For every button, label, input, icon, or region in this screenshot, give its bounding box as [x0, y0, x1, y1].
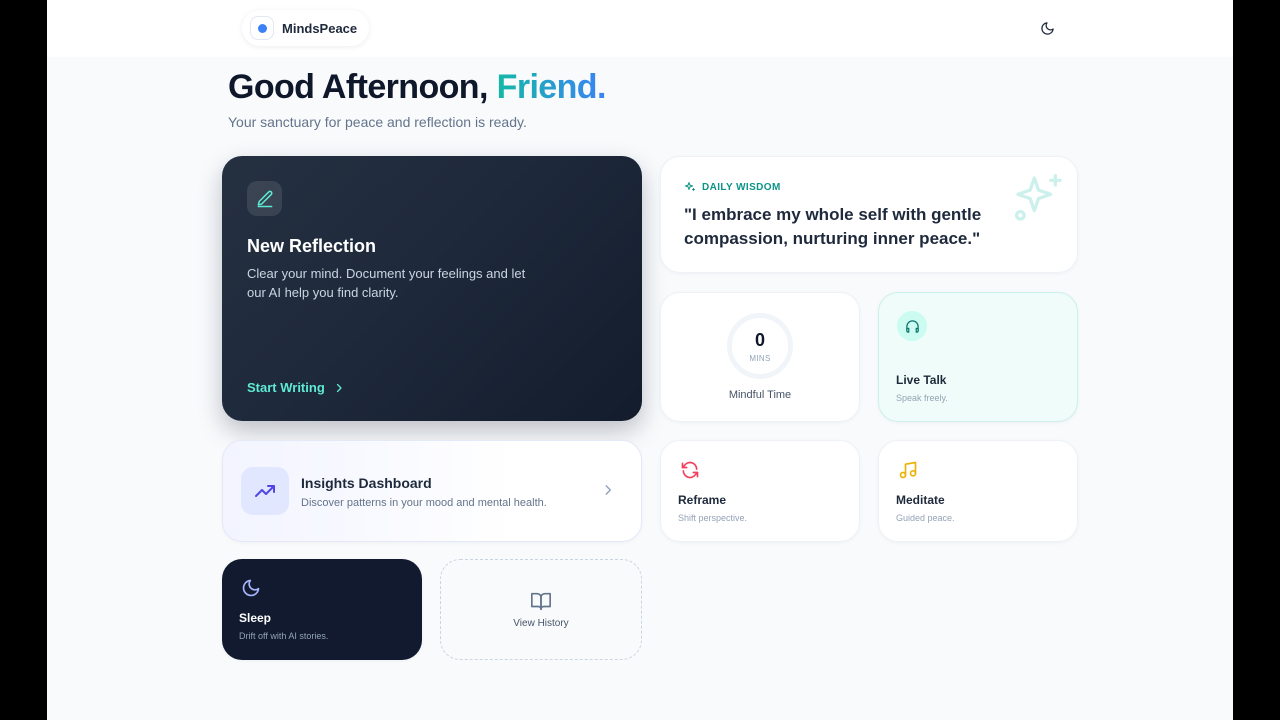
- insights-icon-box: [241, 467, 289, 515]
- book-open-icon: [531, 592, 551, 611]
- mindful-minutes-unit: MINS: [749, 354, 771, 363]
- app-name: MindsPeace: [282, 20, 358, 36]
- mindful-time-card: 0 MINS Mindful Time: [660, 292, 860, 422]
- pen-icon: [257, 190, 272, 207]
- meditate-icon-box: [893, 455, 923, 485]
- sleep-tile[interactable]: Sleep Drift off with AI stories.: [222, 559, 422, 660]
- insights-subtitle: Discover patterns in your mood and menta…: [301, 497, 547, 509]
- page-subtitle: Your sanctuary for peace and reflection …: [228, 114, 527, 130]
- greeting-prefix: Good Afternoon,: [228, 68, 497, 106]
- mindful-time-caption: Mindful Time: [728, 389, 792, 401]
- theme-toggle-button[interactable]: [1031, 12, 1063, 44]
- trending-up-icon: [255, 485, 275, 497]
- insights-title: Insights Dashboard: [301, 475, 432, 491]
- moon-icon: [242, 579, 260, 597]
- reframe-icon-box: [675, 455, 705, 485]
- start-writing-link[interactable]: Start Writing: [247, 380, 345, 395]
- insights-dashboard-card[interactable]: Insights Dashboard Discover patterns in …: [222, 440, 642, 542]
- reframe-subtitle: Shift perspective.: [678, 513, 748, 523]
- live-talk-subtitle: Speak freely.: [896, 393, 948, 403]
- daily-wisdom-card: DAILY WISDOM "I embrace my whole self wi…: [660, 156, 1078, 273]
- wisdom-label-text: DAILY WISDOM: [702, 181, 781, 193]
- meditate-title: Meditate: [896, 493, 945, 507]
- sleep-subtitle: Drift off with AI stories.: [239, 631, 329, 641]
- chevron-right-icon: [605, 485, 612, 495]
- reflection-title: New Reflection: [247, 236, 377, 256]
- refresh-icon: [681, 461, 699, 479]
- headphones-icon: [905, 319, 919, 333]
- wisdom-quote: "I embrace my whole self with gentle com…: [684, 205, 982, 248]
- live-talk-icon-box: [897, 311, 927, 341]
- reflection-icon-box: [247, 181, 282, 216]
- start-writing-label: Start Writing: [247, 380, 325, 395]
- brand-logo[interactable]: MindsPeace: [242, 10, 370, 46]
- mindful-progress-ring: 0 MINS: [727, 313, 793, 379]
- view-history-label: View History: [513, 618, 569, 629]
- reframe-tile[interactable]: Reframe Shift perspective.: [660, 440, 860, 542]
- page-title: Good Afternoon, Friend.: [228, 68, 606, 107]
- meditate-subtitle: Guided peace.: [896, 513, 955, 523]
- chevron-right-icon: [336, 383, 342, 392]
- wisdom-label: DAILY WISDOM: [684, 181, 781, 193]
- music-note-icon: [899, 461, 917, 479]
- live-talk-tile[interactable]: Live Talk Speak freely.: [878, 292, 1078, 422]
- meditate-tile[interactable]: Meditate Guided peace.: [878, 440, 1078, 542]
- sleep-title: Sleep: [239, 611, 272, 625]
- reframe-title: Reframe: [678, 493, 727, 507]
- logo-icon: [250, 16, 274, 40]
- sparkles-icon: [685, 182, 695, 191]
- moon-icon: [1040, 21, 1054, 35]
- top-bar: MindsPeace: [47, 0, 1233, 57]
- reflection-description: Clear your mind. Document your feelings …: [247, 266, 526, 300]
- sparkle-decoration-icon: [1014, 174, 1062, 221]
- mindful-minutes-value: 0: [754, 330, 765, 350]
- live-talk-title: Live Talk: [896, 373, 947, 387]
- app-frame: MindsPeace Good Afternoon, Friend. Your …: [47, 0, 1233, 720]
- greeting-name: Friend.: [496, 68, 607, 106]
- view-history-button[interactable]: View History: [440, 559, 642, 660]
- sleep-icon-box: [236, 573, 266, 603]
